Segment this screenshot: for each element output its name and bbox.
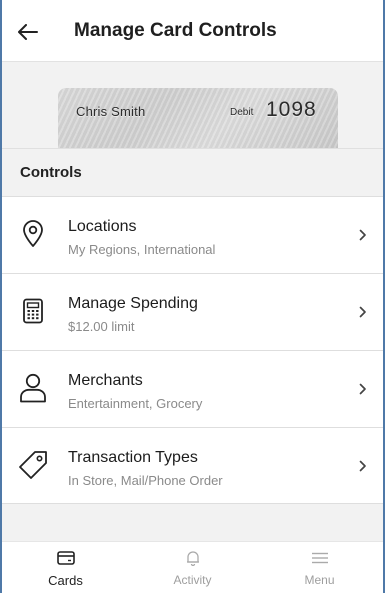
control-row-locations[interactable]: Locations My Regions, International [2,196,383,273]
chevron-right-icon [357,227,369,243]
card-icon [55,550,77,566]
menu-icon [309,550,331,566]
row-title: Transaction Types [68,449,198,466]
controls-section-header: Controls [2,148,383,196]
bottom-nav: Cards Activity Menu [2,541,383,593]
app-header: Manage Card Controls [2,0,383,62]
row-subtitle: My Regions, International [68,242,216,257]
row-title: Merchants [68,372,143,389]
control-row-transaction-types[interactable]: Transaction Types In Store, Mail/Phone O… [2,427,383,504]
row-subtitle: Entertainment, Grocery [68,396,203,411]
row-subtitle: In Store, Mail/Phone Order [68,473,223,488]
nav-label: Menu [304,573,335,587]
nav-label: Activity [173,573,212,587]
nav-cards[interactable]: Cards [2,542,129,593]
arrow-left-icon [18,24,38,40]
row-subtitle: $12.00 limit [68,319,135,334]
controls-list: Locations My Regions, International Mana… [2,196,383,504]
row-title: Locations [68,218,137,235]
card-holder-name: Chris Smith [76,104,146,119]
app-frame: Manage Card Controls Chris Smith Debit 1… [0,0,385,593]
section-title: Controls [20,164,82,181]
card-preview-area: Chris Smith Debit 1098 [2,63,383,148]
card-last-four: 1098 [266,98,317,121]
bell-icon [182,550,204,566]
card-type: Debit [230,107,254,118]
back-button[interactable] [14,18,42,46]
chevron-right-icon [357,304,369,320]
location-pin-icon [18,219,48,249]
page-title: Manage Card Controls [74,20,277,41]
chevron-right-icon [357,381,369,397]
control-row-merchants[interactable]: Merchants Entertainment, Grocery [2,350,383,427]
row-title: Manage Spending [68,295,198,312]
person-icon [18,373,48,403]
nav-menu[interactable]: Menu [256,542,383,593]
nav-activity[interactable]: Activity [129,542,256,593]
nav-label: Cards [48,573,83,588]
chevron-right-icon [357,458,369,474]
calculator-icon [18,296,48,326]
debit-card[interactable]: Chris Smith Debit 1098 [58,88,338,148]
tag-icon [18,450,48,480]
control-row-manage-spending[interactable]: Manage Spending $12.00 limit [2,273,383,350]
